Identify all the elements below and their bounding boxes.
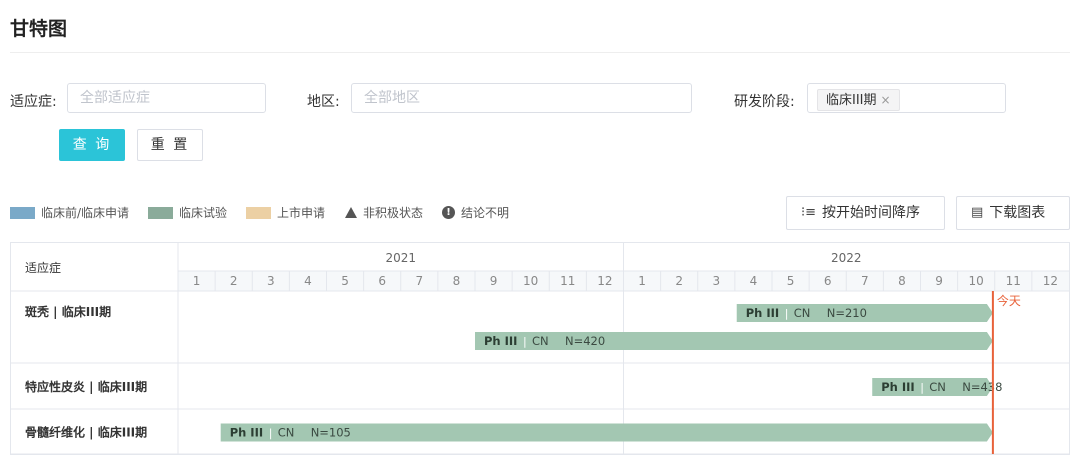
download-label: 下载图表 [989,205,1046,221]
gantt-column-header: 适应症 [25,260,61,275]
month-label: 9 [935,274,943,288]
month-label: 2 [230,274,238,288]
month-label: 11 [1006,274,1021,288]
row-label: 斑秃 | 临床III期 [25,304,111,319]
bar-n-label: N=210 [827,306,867,320]
month-label: 6 [824,274,832,288]
month-label: 4 [750,274,758,288]
bar-n-label: N=420 [565,334,605,348]
legend-item-inactive: 非积极状态 [345,204,423,221]
legend-item-nda: 上市申请 [246,204,325,221]
indication-label: 适应症: [10,94,57,110]
gantt-svg: 适应症2021 20221 2 3 4 5 6 7 8 9 10 11 12 1 2 3 4 5 6 7 8 9 10 11 1… [11,243,1069,455]
bar-n-label: N=105 [311,426,351,440]
month-label: 7 [861,274,869,288]
month-label: 1 [193,274,201,288]
month-label: 8 [453,274,461,288]
year-label: 2022 [831,251,862,265]
bar-region-label: CN [278,426,295,440]
bar-region-label: CN [794,306,811,320]
bar-separator: | [920,381,924,394]
nda-swatch [246,206,271,219]
month-label: 8 [898,274,906,288]
year-label: 2021 [385,251,416,265]
page-title: 甘特图 [10,18,68,40]
row-label: 骨髓纤维化 | 临床III期 [25,425,147,440]
preclinical-swatch [10,206,35,219]
info-icon: ! [442,206,455,219]
legend-item-unclear: ! 结论不明 [442,204,509,221]
region-select[interactable]: 全部地区 [351,83,692,113]
bar-separator: | [785,307,789,320]
month-label: 7 [415,274,423,288]
sort-icon: ⁝≡ [801,205,817,220]
month-label: 12 [597,274,612,288]
month-label: 10 [523,274,538,288]
sort-button[interactable]: ⁝≡ 按开始时间降序 [786,196,945,230]
stage-tag: 临床III期 × [817,89,900,111]
legend-label: 上市申请 [277,206,326,220]
stage-tag-label: 临床III期 [826,93,877,108]
month-label: 10 [969,274,984,288]
legend-label: 非积极状态 [363,206,424,220]
today-label: 今天 [997,293,1021,308]
legend-item-preclinical: 临床前/临床申请 [10,204,129,221]
bar-separator: | [269,427,273,440]
month-label: 12 [1043,274,1058,288]
trial-bar [475,332,993,350]
month-label: 5 [787,274,795,288]
bar-phase-label: Ph III [484,334,517,348]
clinical-swatch [148,206,173,219]
tag-close-icon[interactable]: × [881,93,891,107]
stage-label: 研发阶段: [734,94,795,110]
legend-label: 临床前/临床申请 [41,206,130,220]
download-button[interactable]: ▤ 下载图表 [956,196,1070,230]
month-label: 11 [560,274,575,288]
month-label: 6 [378,274,386,288]
legend-label: 临床试验 [179,206,228,220]
bar-phase-label: Ph III [230,426,263,440]
bar-phase-label: Ph III [746,306,779,320]
legend-item-clinical: 临床试验 [148,204,227,221]
month-label: 4 [304,274,312,288]
month-label: 1 [638,274,646,288]
triangle-icon [345,207,357,218]
bar-region-label: CN [929,380,946,394]
bar-phase-label: Ph III [881,380,914,394]
gantt-chart: 适应症 2021 2022 1 2 3 4 5 6 7 8 9 10 11 12 1 2 3 4 5 6 7 8 9 10 11 1… [10,242,1070,455]
indication-select[interactable]: 全部适应症 [67,83,266,113]
month-label: 2 [675,274,683,288]
title-divider [10,52,1070,53]
row-label: 特应性皮炎 | 临床III期 [25,379,147,394]
query-button[interactable]: 查 询 [59,129,125,161]
bar-region-label: CN [532,334,549,348]
month-label: 3 [712,274,720,288]
legend-label: 结论不明 [461,206,510,220]
region-label: 地区: [307,94,340,110]
month-label: 9 [490,274,498,288]
reset-button[interactable]: 重 置 [137,129,203,161]
bar-n-label: N=438 [962,380,1002,394]
month-label: 5 [341,274,349,288]
bar-separator: | [523,335,527,348]
document-icon: ▤ [971,205,984,220]
month-label: 3 [267,274,275,288]
sort-label: 按开始时间降序 [822,205,921,221]
